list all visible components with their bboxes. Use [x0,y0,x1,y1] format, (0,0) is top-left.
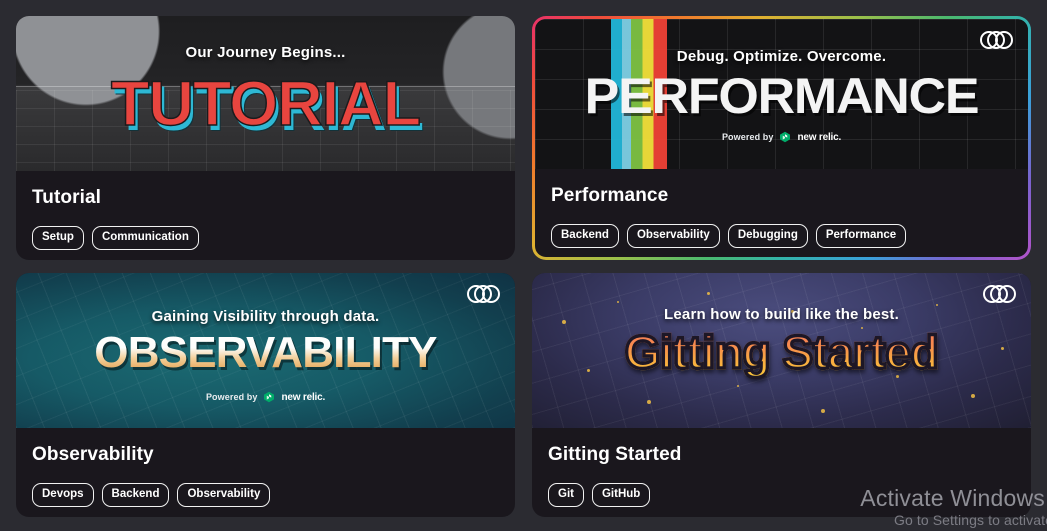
card-title: Observability [32,444,154,465]
tag-list: Backend Observability Debugging Performa… [551,224,1012,248]
powered-by-label: Powered by [205,392,258,402]
tag-chip[interactable]: Debugging [727,224,808,248]
tag-chip[interactable]: GitHub [591,483,651,507]
tag-chip[interactable]: Observability [177,483,271,507]
tag-chip[interactable]: Backend [101,483,170,507]
powered-by-row: Powered by new relic. [16,391,515,403]
cco-logo-icon [467,285,501,303]
card-body: Observability Devops Backend Observabili… [16,428,515,517]
course-card-tutorial[interactable]: Our Journey Begins... TUTORIAL Tutorial … [16,16,515,260]
card-inner: Learn how to build like the best. Gittin… [532,273,1031,517]
card-inner: Our Journey Begins... TUTORIAL Tutorial … [16,16,515,260]
banner-headline: TUTORIAL [110,69,422,139]
course-card-observability[interactable]: Gaining Visibility through data. OBSERVA… [16,273,515,517]
tag-chip[interactable]: Backend [551,224,619,248]
banner-tagline: Learn how to build like the best. [664,306,899,323]
powered-by-label: Powered by [721,132,774,142]
card-body: Gitting Started Git GitHub [532,428,1031,517]
tag-list: Git GitHub [548,483,1015,507]
card-inner: Gaining Visibility through data. OBSERVA… [16,273,515,517]
card-banner-observability: Gaining Visibility through data. OBSERVA… [16,273,515,428]
card-title: Tutorial [32,187,102,208]
card-banner-gitting-started: Learn how to build like the best. Gittin… [532,273,1031,428]
card-inner: Debug. Optimize. Overcome. PERFORMANCE P… [535,19,1028,257]
banner-tagline: Gaining Visibility through data. [151,308,380,325]
new-relic-logo-icon [263,391,275,403]
tag-list: Setup Communication [32,226,499,250]
course-card-grid: Our Journey Begins... TUTORIAL Tutorial … [0,0,1047,531]
powered-by-row: Powered by new relic. [535,131,1028,143]
card-banner-performance: Debug. Optimize. Overcome. PERFORMANCE P… [535,19,1028,169]
tag-chip[interactable]: Observability [626,224,720,248]
tag-list: Devops Backend Observability [32,483,499,507]
tag-chip[interactable]: Performance [815,224,907,248]
banner-tagline: Our Journey Begins... [185,44,346,61]
card-body: Performance Backend Observability Debugg… [535,169,1028,257]
tag-chip[interactable]: Setup [32,226,84,250]
new-relic-wordmark: new relic. [797,131,842,143]
banner-tagline: Debug. Optimize. Overcome. [676,48,887,65]
card-title: Gitting Started [548,444,682,465]
banner-headline: Gitting Started [532,326,1031,378]
card-body: Tutorial Setup Communication [16,171,515,260]
course-card-performance[interactable]: Debug. Optimize. Overcome. PERFORMANCE P… [532,16,1031,260]
card-title: Performance [551,185,669,206]
tag-chip[interactable]: Devops [32,483,94,507]
tag-chip[interactable]: Communication [91,226,199,250]
cco-logo-icon [983,285,1017,303]
card-banner-tutorial: Our Journey Begins... TUTORIAL [16,16,515,171]
cco-logo-icon [980,31,1014,49]
new-relic-logo-icon [779,131,791,143]
banner-headline: OBSERVABILITY [16,331,515,375]
tag-chip[interactable]: Git [548,483,584,507]
new-relic-wordmark: new relic. [281,391,326,403]
course-card-gitting-started[interactable]: Learn how to build like the best. Gittin… [532,273,1031,517]
banner-headline: PERFORMANCE [584,68,980,124]
